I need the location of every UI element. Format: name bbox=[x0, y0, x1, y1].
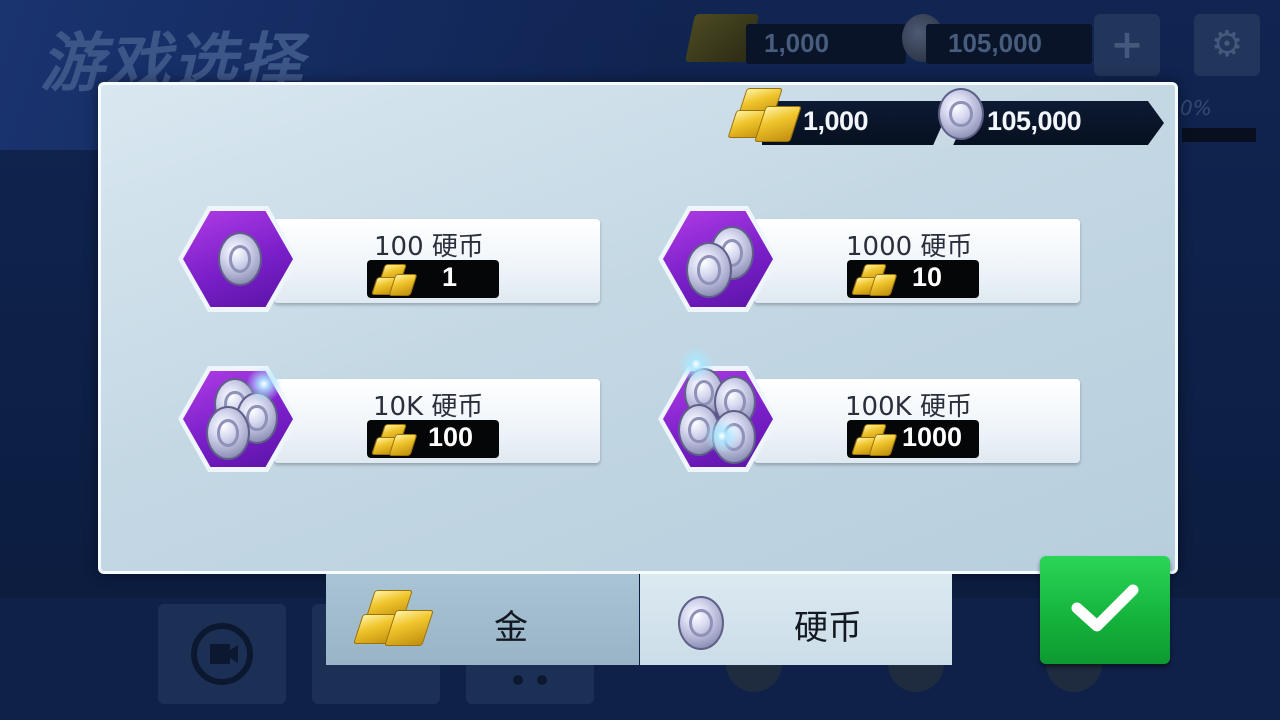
background-coin-amount: 105,000 bbox=[948, 28, 1042, 58]
wallet-gold-icon bbox=[727, 86, 802, 146]
background-progress-text: 0% bbox=[1180, 96, 1212, 120]
item-2-price: 10 bbox=[912, 262, 943, 292]
item-4-title: 100K 硬币 bbox=[845, 392, 972, 422]
background-gold-amount: 1,000 bbox=[764, 28, 830, 58]
item-4-gold-icon bbox=[851, 422, 898, 458]
item-4-price: 1000 bbox=[902, 422, 963, 452]
item-3-price: 100 bbox=[428, 422, 474, 452]
gold-bars-icon bbox=[353, 588, 434, 652]
silver-coin-icon bbox=[678, 596, 724, 650]
item-2-gold-icon bbox=[851, 262, 898, 298]
coin-pile-front-icon bbox=[206, 406, 250, 460]
wallet-coin-amount: 105,000 bbox=[987, 106, 1082, 136]
wallet-coin-icon bbox=[938, 88, 984, 140]
item-1-price: 1 bbox=[442, 262, 458, 292]
coin-stack-medium-icon bbox=[686, 242, 732, 298]
tab-gold-label: 金 bbox=[494, 608, 528, 648]
item-3-gold-icon bbox=[371, 422, 418, 458]
sparkle-icon bbox=[246, 366, 282, 402]
item-3-title: 10K 硬币 bbox=[373, 392, 484, 422]
item-2-title: 1000 硬币 bbox=[846, 232, 973, 262]
background-replay-button bbox=[158, 604, 286, 704]
tab-gold[interactable]: 金 bbox=[326, 574, 639, 665]
item-1-gold-icon bbox=[371, 262, 418, 298]
wallet-gold-amount: 1,000 bbox=[803, 106, 869, 136]
sparkle-icon bbox=[704, 418, 740, 454]
confirm-button[interactable] bbox=[1040, 556, 1170, 664]
currency-shop-dialog bbox=[98, 82, 1178, 574]
tab-coins[interactable]: 硬币 bbox=[640, 574, 952, 665]
replay-camera-icon bbox=[191, 623, 253, 685]
background-progress-bar bbox=[1182, 128, 1256, 142]
item-1-title: 100 硬币 bbox=[374, 232, 484, 262]
sparkle-icon bbox=[678, 346, 714, 382]
background-add-button: + bbox=[1094, 14, 1160, 76]
background-settings-button: ⚙ bbox=[1194, 14, 1260, 76]
coin-stack-small-icon bbox=[218, 232, 262, 286]
tab-coins-label: 硬币 bbox=[794, 608, 862, 648]
checkmark-icon bbox=[1071, 584, 1139, 632]
